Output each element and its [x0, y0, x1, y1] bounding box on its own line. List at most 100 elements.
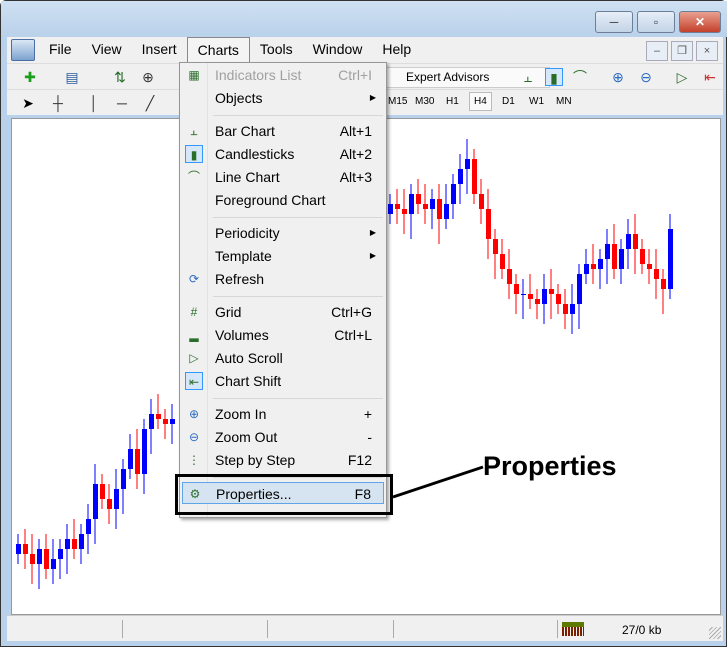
candle [591, 244, 596, 284]
volumes-icon: ▂ [189, 328, 199, 342]
zoom-in-icon[interactable]: ⊕ [609, 68, 627, 86]
menu-item-grid[interactable]: # Grid Ctrl+G [182, 301, 384, 323]
candle-body [23, 544, 28, 554]
candle-body [619, 249, 624, 269]
candle [451, 174, 456, 219]
timeframe-w1[interactable]: W1 [529, 96, 544, 107]
crosshair-icon[interactable]: ⊕ [139, 68, 157, 86]
menu-item-template[interactable]: Template ▶ [182, 245, 384, 267]
market-watch-icon[interactable]: ⇅ [111, 68, 129, 86]
candle [402, 189, 407, 234]
menu-item-label: Line Chart [215, 169, 280, 185]
candle [549, 269, 554, 319]
mdi-restore-button[interactable]: ❐ [671, 41, 693, 61]
menu-separator [213, 217, 383, 218]
menu-item-zoom-in[interactable]: ⊕ Zoom In + [182, 403, 384, 425]
app-icon[interactable] [11, 39, 35, 61]
candle [577, 264, 582, 329]
candle-body [93, 484, 98, 519]
menu-item-bar-chart[interactable]: ⫠ Bar Chart Alt+1 [182, 120, 384, 142]
auto-scroll-icon[interactable]: ▷ [673, 68, 691, 86]
candle-body [598, 259, 603, 269]
submenu-arrow-icon: ▶ [369, 228, 376, 237]
candle-body [640, 249, 645, 264]
grid-icon: # [190, 305, 198, 319]
timeframe-h4[interactable]: H4 [469, 92, 492, 111]
menu-item-step-by-step[interactable]: ⋮ Step by Step F12 [182, 449, 384, 471]
menu-item-label: Zoom In [215, 406, 267, 422]
timeframe-mn[interactable]: MN [556, 96, 572, 107]
timeframe-m30[interactable]: M30 [415, 96, 434, 107]
candle [647, 249, 652, 284]
zoom-out-icon[interactable]: ⊖ [637, 68, 655, 86]
menu-item-volumes[interactable]: ▂ Volumes Ctrl+L [182, 324, 384, 346]
candle [605, 229, 610, 284]
menu-item-label: Bar Chart [215, 123, 275, 139]
candle-body [514, 284, 519, 294]
candlesticks-icon[interactable]: ▮ [545, 68, 563, 86]
profiles-icon[interactable]: ▤ [63, 68, 81, 86]
candle [51, 539, 56, 584]
menu-item-label: Chart Shift [215, 373, 282, 389]
timeframe-d1[interactable]: D1 [502, 96, 515, 107]
status-bar: 27/0 kb [7, 615, 723, 641]
mdi-close-button[interactable]: × [696, 41, 718, 61]
vertical-line-icon[interactable]: │ [85, 94, 103, 112]
menu-item-zoom-out[interactable]: ⊖ Zoom Out - [182, 426, 384, 448]
menu-window[interactable]: Window [303, 37, 373, 63]
candle [437, 184, 442, 244]
menu-charts[interactable]: Charts [186, 37, 250, 63]
candle-body [570, 304, 575, 314]
close-button[interactable]: ✕ [679, 11, 721, 33]
menu-item-objects[interactable]: Objects ▶ [182, 87, 384, 109]
candle [556, 284, 561, 314]
timeframe-m15[interactable]: M15 [388, 96, 407, 107]
candle [128, 434, 133, 479]
menu-item-auto-scroll[interactable]: ▷ Auto Scroll [182, 347, 384, 369]
candle-body [409, 194, 414, 214]
candle-body [149, 414, 154, 429]
menu-help[interactable]: Help [372, 37, 421, 63]
candle [44, 534, 49, 579]
maximize-button[interactable]: ▫ [637, 11, 675, 33]
bar-chart-icon: ⫠ [190, 124, 198, 138]
new-chart-icon[interactable]: ✚ [21, 68, 39, 86]
candle-body [528, 294, 533, 299]
candle [79, 524, 84, 564]
candle-body [584, 264, 589, 274]
crosshair-tool-icon[interactable]: ┼ [49, 94, 67, 112]
step-by-step-icon: ⋮ [188, 453, 200, 467]
mdi-minimize-button[interactable]: – [646, 41, 668, 61]
candle-body [416, 194, 421, 204]
candle [472, 149, 477, 204]
menu-item-periodicity[interactable]: Periodicity ▶ [182, 222, 384, 244]
trendline-icon[interactable]: ╱ [141, 94, 159, 112]
menu-view[interactable]: View [82, 37, 132, 63]
candle-body [479, 194, 484, 209]
menu-item-label: Auto Scroll [215, 350, 283, 366]
candle-body [500, 254, 505, 269]
menu-tools[interactable]: Tools [250, 37, 303, 63]
menu-insert[interactable]: Insert [132, 37, 187, 63]
menu-item-refresh[interactable]: ⟳ Refresh [182, 268, 384, 290]
connection-status-icon[interactable] [562, 622, 584, 636]
menu-item-chart-shift[interactable]: ⇤ Chart Shift [182, 370, 384, 392]
menu-item-foreground-chart[interactable]: Foreground Chart [182, 189, 384, 211]
chart-shift-icon[interactable]: ⇤ [701, 68, 719, 86]
refresh-icon: ⟳ [188, 272, 200, 286]
candle-body [591, 264, 596, 269]
horizontal-line-icon[interactable]: ─ [113, 94, 131, 112]
minimize-button[interactable]: ─ [595, 11, 633, 33]
auto-scroll-icon: ▷ [189, 351, 199, 365]
cursor-icon[interactable]: ➤ [19, 94, 37, 112]
menu-item-candlesticks[interactable]: ▮ Candlesticks Alt+2 [182, 143, 384, 165]
timeframe-h1[interactable]: H1 [446, 96, 459, 107]
menu-item-line-chart[interactable]: ⌒ Line Chart Alt+3 [182, 166, 384, 188]
candle [444, 184, 449, 229]
line-chart-icon[interactable]: ⌒ [571, 68, 589, 86]
menu-file[interactable]: File [39, 37, 82, 63]
bar-chart-icon[interactable]: ⫠ [519, 68, 537, 86]
candle-body [654, 269, 659, 279]
resize-grip[interactable] [709, 627, 721, 639]
menu-item-label: Refresh [215, 271, 265, 287]
